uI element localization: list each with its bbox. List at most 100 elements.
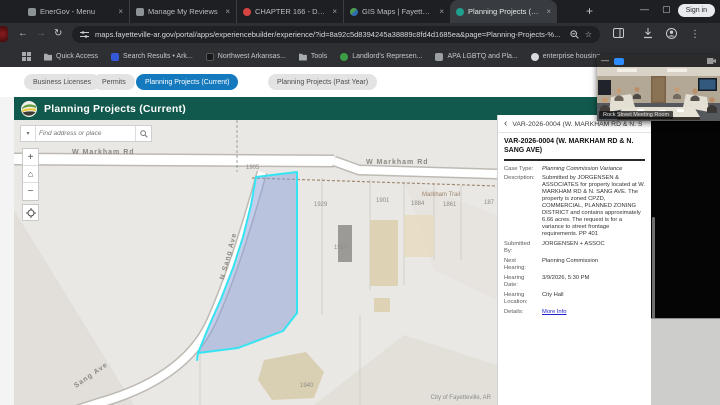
background-window-corner <box>651 318 720 405</box>
bookmark-label: Quick Access <box>56 53 98 60</box>
screen: EnerGov - Menu × Manage My Reviews × CHA… <box>0 0 720 405</box>
bookmark-star-icon[interactable]: ☆ <box>585 30 592 39</box>
side-panel-icon[interactable] <box>613 28 624 38</box>
tab-chapter-166[interactable]: CHAPTER 166 - DEVELOP... × <box>236 0 343 23</box>
map-search-box[interactable]: ▾ <box>20 125 152 142</box>
address-label: 1917 <box>334 245 348 251</box>
address-label: 1901 <box>376 198 390 204</box>
bookmark-tools[interactable]: Tools <box>299 53 327 61</box>
folder-icon <box>299 53 307 61</box>
field-label: Next Hearing: <box>504 258 538 272</box>
site-icon <box>435 53 443 61</box>
tab-planning-projects-current[interactable]: Planning Projects (Current) <box>136 74 238 90</box>
address-label: 1861 <box>443 202 457 208</box>
participant-name-label: Rock Street Meeting Room <box>599 111 673 119</box>
search-source-caret-icon[interactable]: ▾ <box>21 126 36 141</box>
map-canvas[interactable]: W Markham Rd W Markham Rd Markham Trail … <box>14 120 497 405</box>
back-chevron-icon[interactable]: ‹ <box>504 120 507 128</box>
download-icon[interactable] <box>643 28 653 39</box>
tab-manage-my-reviews[interactable]: Manage My Reviews × <box>129 0 236 23</box>
video-view-toggle-icon[interactable] <box>614 58 624 65</box>
field-hearing-location: Hearing Location: City Hall <box>504 292 645 306</box>
bookmark-label: Search Results • Ark... <box>123 53 193 60</box>
search-button[interactable] <box>135 126 151 141</box>
zoom-page-icon[interactable] <box>570 30 579 39</box>
tab-close-icon[interactable]: × <box>116 7 123 16</box>
window-minimize-button[interactable]: — <box>640 4 649 14</box>
site-icon <box>206 53 214 61</box>
profile-avatar-icon[interactable] <box>666 28 677 39</box>
tab-close-icon[interactable]: × <box>544 7 551 16</box>
field-value: JORGENSEN + ASSOC <box>542 241 645 255</box>
tab-business-licenses[interactable]: Business Licenses <box>24 74 100 90</box>
map-zoom-controls: + ⌂ − <box>22 148 39 201</box>
video-feed[interactable]: Rock Street Meeting Room <box>597 67 720 121</box>
home-extent-button[interactable]: ⌂ <box>23 166 38 183</box>
energov-favicon <box>136 8 144 16</box>
field-next-hearing: Next Hearing: Planning Commission <box>504 258 645 272</box>
zoom-out-button[interactable]: − <box>23 183 38 200</box>
video-minimize-icon[interactable]: — <box>601 59 609 63</box>
folder-icon <box>44 53 52 61</box>
tab-close-icon[interactable]: × <box>223 7 230 16</box>
tab-close-icon[interactable]: × <box>437 7 444 16</box>
field-label: Details: <box>504 309 538 316</box>
map-graphics: W Markham Rd W Markham Rd Markham Trail … <box>14 120 497 405</box>
search-input[interactable] <box>36 126 135 141</box>
new-tab-button[interactable]: + <box>586 3 593 19</box>
tab-permits[interactable]: Permits <box>93 74 135 90</box>
field-value: 3/9/2026, 5:30 PM <box>542 275 645 289</box>
site-icon <box>531 53 539 61</box>
bookmark-quick-access[interactable]: Quick Access <box>44 53 98 61</box>
tab-energov-menu[interactable]: EnerGov - Menu × <box>22 0 129 23</box>
gis-favicon <box>350 8 358 16</box>
recording-dot-favicon <box>243 8 251 16</box>
field-label: Submitted By: <box>504 241 538 255</box>
bookmark-label: Tools <box>311 53 327 60</box>
browser-tab-strip: EnerGov - Menu × Manage My Reviews × CHA… <box>0 0 720 23</box>
street-label: W Markham Rd <box>72 149 135 156</box>
sign-in-button[interactable]: Sign in <box>678 4 715 17</box>
tab-planning-projects-active[interactable]: Planning Projects (Curren... × <box>450 0 557 23</box>
tab-gis-maps[interactable]: GIS Maps | Fayetteville, A... × <box>343 0 450 23</box>
zoom-in-button[interactable]: + <box>23 149 38 166</box>
tab-label: EnerGov - Menu <box>40 7 112 16</box>
bookmark-landlords[interactable]: Landlord's Represen... <box>340 53 422 61</box>
reload-icon[interactable]: ↻ <box>54 27 62 41</box>
my-location-button[interactable] <box>22 204 39 221</box>
tab-planning-projects-past-year[interactable]: Planning Projects (Past Year) <box>268 74 377 90</box>
address-bar[interactable]: maps.fayetteville-ar.gov/portal/apps/exp… <box>72 26 600 43</box>
case-detail-panel: ‹ VAR-2026-0004 (W. MARKHAM RD & N. S...… <box>497 115 651 405</box>
chrome-menu-dots-icon[interactable]: ⋮ <box>690 28 700 42</box>
more-info-link[interactable]: More Info <box>542 309 645 316</box>
address-label: 1905 <box>246 165 260 171</box>
tab-close-icon[interactable]: × <box>330 7 337 16</box>
locate-icon <box>26 208 36 218</box>
search-icon <box>140 130 148 138</box>
url-text[interactable]: maps.fayetteville-ar.gov/portal/apps/exp… <box>95 30 564 39</box>
field-label: Description: <box>504 175 538 238</box>
address-label: 187 <box>484 200 495 206</box>
bookmark-northwest-arkansas[interactable]: Northwest Arkansas... <box>206 53 286 61</box>
camera-icon[interactable] <box>707 58 716 64</box>
bookmark-label: APA LGBTQ and Pla... <box>447 53 517 60</box>
tabs-container: EnerGov - Menu × Manage My Reviews × CHA… <box>22 0 557 23</box>
field-value: Submitted by JORGENSEN & ASSOCIATES for … <box>542 175 645 238</box>
breadcrumb: VAR-2026-0004 (W. MARKHAM RD & N. S... <box>512 121 642 128</box>
bookmark-apa-lgbtq[interactable]: APA LGBTQ and Pla... <box>435 53 517 61</box>
video-call-overlay[interactable]: — <box>597 55 720 121</box>
forward-icon[interactable]: → <box>36 27 46 41</box>
field-description: Description: Submitted by JORGENSEN & AS… <box>504 175 645 238</box>
site-settings-tune-icon[interactable] <box>80 30 89 39</box>
window-restore-button[interactable]: ▢ <box>662 4 671 15</box>
energov-favicon <box>28 8 36 16</box>
field-value: City Hall <box>542 292 645 306</box>
case-fields: Case Type: Planning Commission Variance … <box>504 166 645 316</box>
back-icon[interactable]: ← <box>18 27 28 41</box>
apps-grid-icon[interactable] <box>22 52 31 61</box>
tab-label: CHAPTER 166 - DEVELOP... <box>255 7 326 16</box>
page-title: Planning Projects (Current) <box>44 103 186 115</box>
field-label: Case Type: <box>504 166 538 173</box>
panel-scrollbar[interactable] <box>652 217 655 329</box>
bookmark-search-results[interactable]: Search Results • Ark... <box>111 53 193 61</box>
